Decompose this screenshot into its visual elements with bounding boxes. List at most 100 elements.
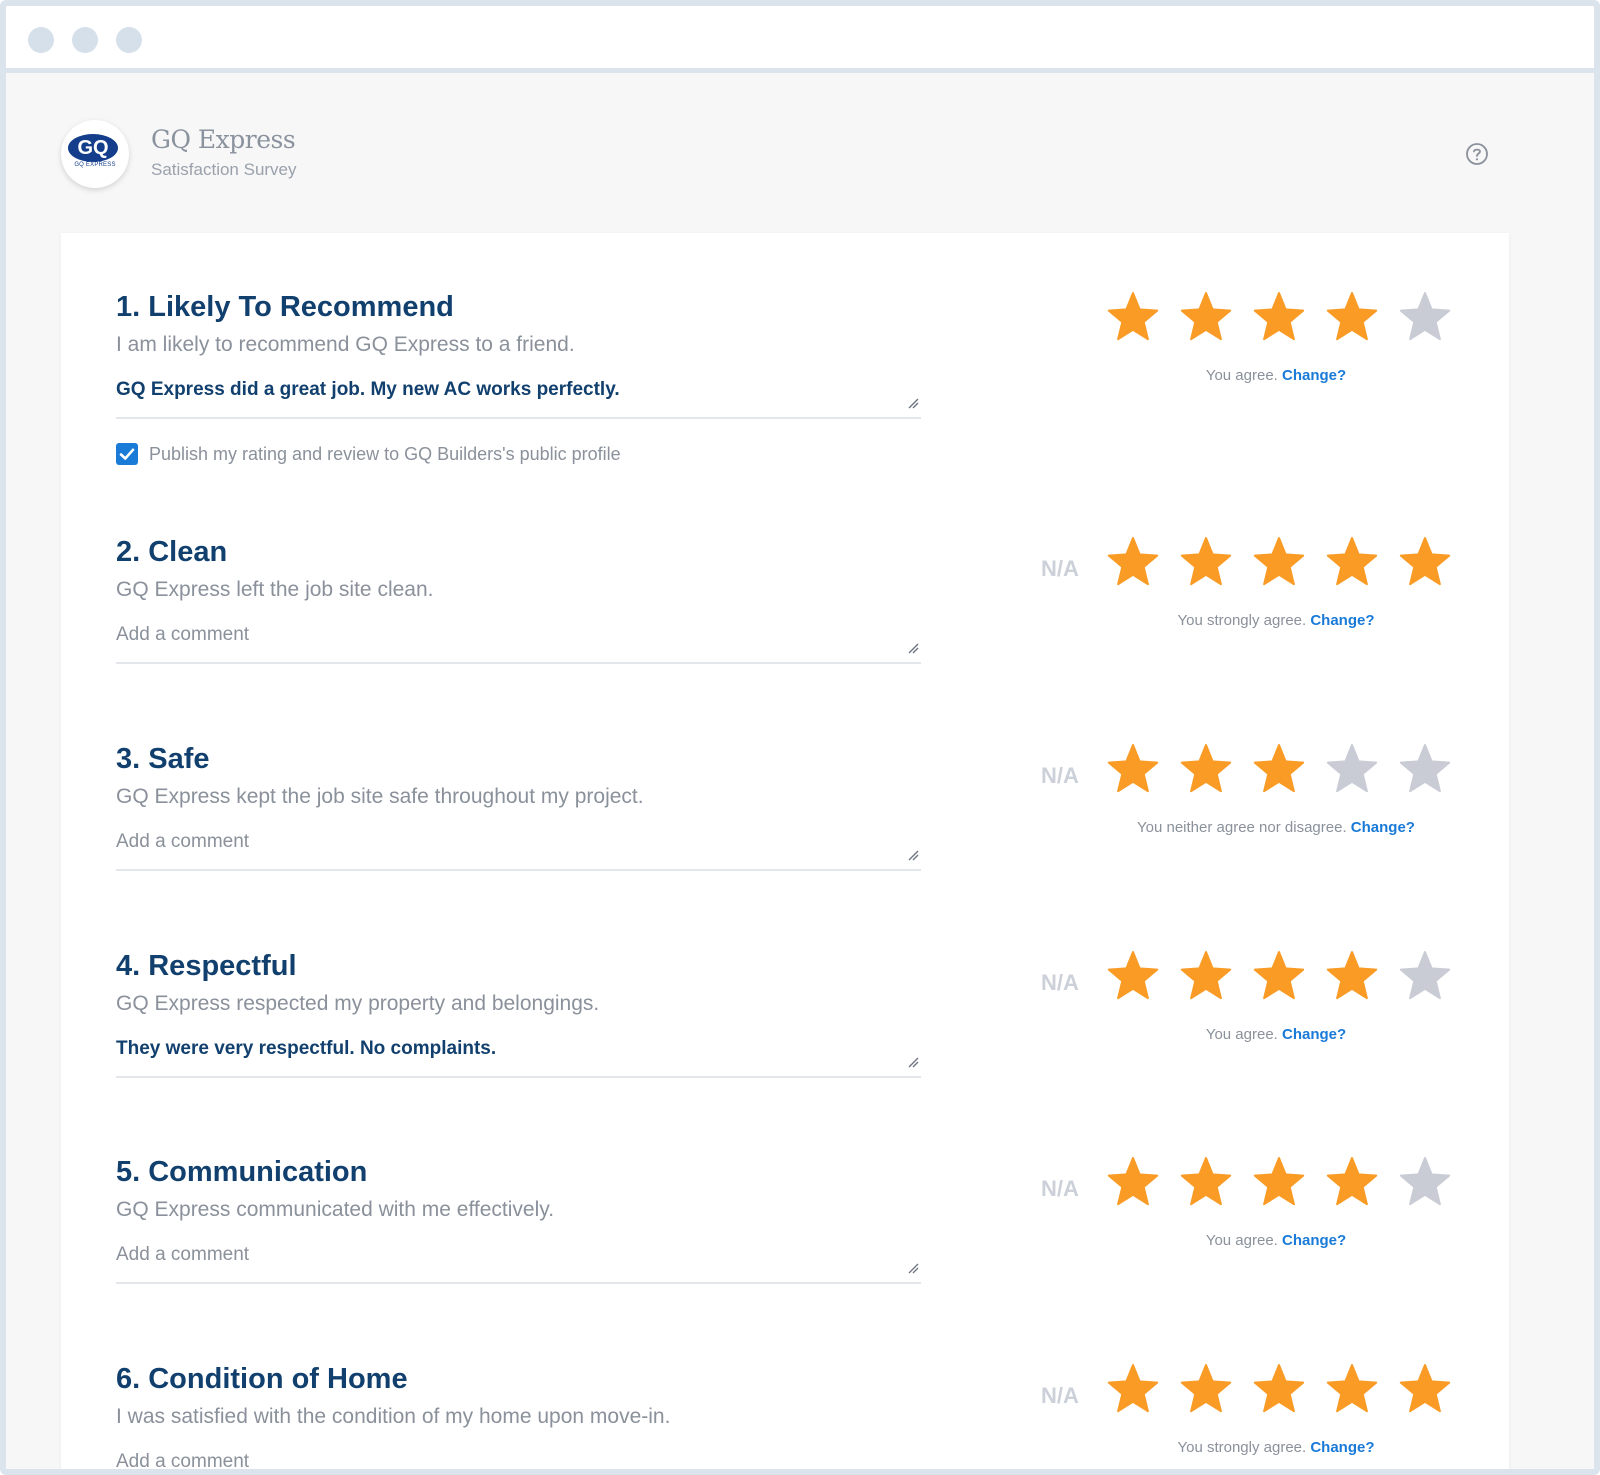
question-title: 1. Likely To Recommend <box>116 291 454 323</box>
company-name: GQ Express <box>151 125 296 154</box>
question-description: GQ Express respected my property and bel… <box>116 992 600 1015</box>
question-circle-icon[interactable] <box>1464 141 1490 167</box>
survey-card: 1. Likely To Recommend I am likely to re… <box>61 233 1509 1475</box>
change-rating-link[interactable]: Change? <box>1310 1439 1374 1456</box>
star-icon-3[interactable] <box>1252 1363 1306 1417</box>
star-icon-4[interactable] <box>1325 1156 1379 1210</box>
window-maximize-dot[interactable] <box>116 27 142 53</box>
star-icon-3[interactable] <box>1252 950 1306 1004</box>
window-close-dot[interactable] <box>28 27 54 53</box>
na-option[interactable]: N/A <box>1041 556 1079 582</box>
star-rating <box>1106 291 1466 349</box>
comment-placeholder: Add a comment <box>116 1451 250 1472</box>
star-icon-2[interactable] <box>1179 1156 1233 1210</box>
question-title: 5. Communication <box>116 1156 368 1188</box>
rating-label: You strongly agree. <box>1177 1439 1307 1456</box>
rating-summary: You strongly agree. Change? <box>1061 612 1491 629</box>
resize-grip-icon[interactable] <box>907 1056 919 1068</box>
star-icon-2[interactable] <box>1179 950 1233 1004</box>
question-title: 6. Condition of Home <box>116 1363 408 1395</box>
star-icon-4[interactable] <box>1325 1363 1379 1417</box>
resize-grip-icon[interactable] <box>907 397 919 409</box>
na-option[interactable]: N/A <box>1041 763 1079 789</box>
star-icon-5[interactable] <box>1398 1363 1452 1417</box>
rating-summary: You agree. Change? <box>1061 367 1491 384</box>
star-icon-5[interactable] <box>1398 291 1452 345</box>
star-icon-4[interactable] <box>1325 291 1379 345</box>
comment-field[interactable]: GQ Express did a great job. My new AC wo… <box>116 373 921 419</box>
resize-grip-icon[interactable] <box>907 849 919 861</box>
star-icon-4[interactable] <box>1325 743 1379 797</box>
change-rating-link[interactable]: Change? <box>1351 819 1415 836</box>
comment-field[interactable]: Add a comment <box>116 825 921 871</box>
na-option[interactable]: N/A <box>1041 1383 1079 1409</box>
star-icon-5[interactable] <box>1398 1156 1452 1210</box>
na-option[interactable]: N/A <box>1041 1176 1079 1202</box>
logo-subtext: GQ EXPRESS <box>74 162 116 168</box>
window-minimize-dot[interactable] <box>72 27 98 53</box>
rating-label: You neither agree nor disagree. <box>1137 819 1347 836</box>
comment-field[interactable]: Add a comment <box>116 618 921 664</box>
resize-grip-icon[interactable] <box>907 1262 919 1274</box>
rating-summary: You neither agree nor disagree. Change? <box>1061 819 1491 836</box>
star-rating <box>1106 536 1466 594</box>
rating-summary: You strongly agree. Change? <box>1061 1439 1491 1456</box>
star-icon-2[interactable] <box>1179 743 1233 797</box>
question-description: GQ Express communicated with me effectiv… <box>116 1198 555 1221</box>
comment-field[interactable]: Add a comment <box>116 1238 921 1284</box>
change-rating-link[interactable]: Change? <box>1310 612 1374 629</box>
comment-placeholder: Add a comment <box>116 831 250 852</box>
window-titlebar <box>6 6 1594 73</box>
star-icon-2[interactable] <box>1179 1363 1233 1417</box>
star-icon-1[interactable] <box>1106 1363 1160 1417</box>
rating-label: You strongly agree. <box>1177 612 1307 629</box>
question-description: GQ Express left the job site clean. <box>116 578 434 601</box>
star-icon-1[interactable] <box>1106 743 1160 797</box>
star-icon-4[interactable] <box>1325 536 1379 590</box>
publish-label: Publish my rating and review to GQ Build… <box>149 444 621 464</box>
star-icon-2[interactable] <box>1179 536 1233 590</box>
star-icon-3[interactable] <box>1252 536 1306 590</box>
star-icon-1[interactable] <box>1106 291 1160 345</box>
resize-grip-icon[interactable] <box>907 642 919 654</box>
star-icon-3[interactable] <box>1252 743 1306 797</box>
comment-field[interactable]: Add a comment <box>116 1445 921 1475</box>
question-description: GQ Express kept the job site safe throug… <box>116 785 644 808</box>
star-icon-1[interactable] <box>1106 950 1160 1004</box>
comment-text: They were very respectful. No complaints… <box>116 1038 497 1059</box>
star-icon-5[interactable] <box>1398 743 1452 797</box>
publish-checkbox[interactable] <box>116 443 138 465</box>
star-icon-2[interactable] <box>1179 291 1233 345</box>
question-description: I was satisfied with the condition of my… <box>116 1405 671 1428</box>
star-icon-3[interactable] <box>1252 1156 1306 1210</box>
rating-label: You agree. <box>1205 1026 1278 1043</box>
resize-grip-icon[interactable] <box>907 1469 919 1475</box>
comment-placeholder: Add a comment <box>116 1244 250 1265</box>
star-rating <box>1106 950 1466 1008</box>
star-icon-1[interactable] <box>1106 536 1160 590</box>
company-logo: GQ GQ EXPRESS <box>61 120 129 188</box>
survey-title: Satisfaction Survey <box>151 160 297 179</box>
na-option[interactable]: N/A <box>1041 970 1079 996</box>
star-rating <box>1106 1363 1466 1421</box>
comment-placeholder: Add a comment <box>116 624 250 645</box>
change-rating-link[interactable]: Change? <box>1282 1232 1346 1249</box>
rating-label: You agree. <box>1205 367 1278 384</box>
logo-mark: GQ <box>68 134 118 162</box>
question-title: 4. Respectful <box>116 950 297 982</box>
browser-window: GQ GQ EXPRESS GQ Express Satisfaction Su… <box>0 0 1600 1475</box>
star-icon-5[interactable] <box>1398 536 1452 590</box>
rating-summary: You agree. Change? <box>1061 1232 1491 1249</box>
rating-summary: You agree. Change? <box>1061 1026 1491 1043</box>
star-icon-3[interactable] <box>1252 291 1306 345</box>
question-title: 3. Safe <box>116 743 210 775</box>
checkmark-icon <box>119 448 135 460</box>
star-rating <box>1106 1156 1466 1214</box>
change-rating-link[interactable]: Change? <box>1282 367 1346 384</box>
comment-field[interactable]: They were very respectful. No complaints… <box>116 1032 921 1078</box>
rating-label: You agree. <box>1205 1232 1278 1249</box>
star-icon-4[interactable] <box>1325 950 1379 1004</box>
star-icon-5[interactable] <box>1398 950 1452 1004</box>
star-icon-1[interactable] <box>1106 1156 1160 1210</box>
change-rating-link[interactable]: Change? <box>1282 1026 1346 1043</box>
